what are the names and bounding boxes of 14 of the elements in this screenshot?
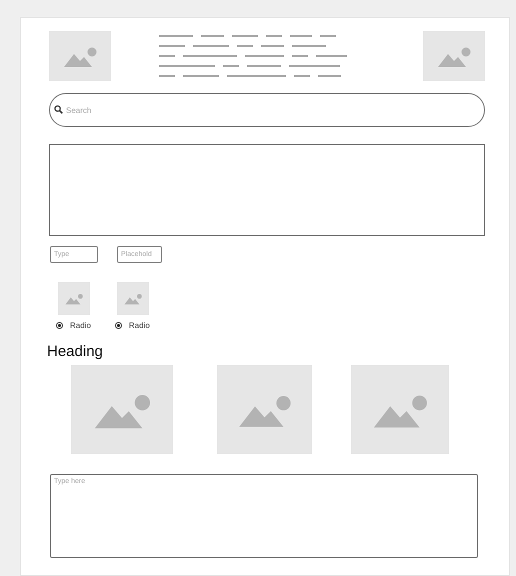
image-placeholder-icon [58, 282, 90, 315]
image-placeholder-icon [49, 31, 111, 81]
image-placeholder-icon [116, 282, 149, 315]
image-placeholder-icon [351, 365, 449, 454]
radio-label: Radio [70, 321, 91, 330]
radio-button[interactable] [114, 322, 122, 329]
image-placeholder-icon [217, 365, 312, 454]
radio-label: Radio [128, 321, 150, 330]
heading: Heading [47, 343, 104, 360]
image-placeholder-icon [71, 365, 173, 454]
image-placeholder-icon [423, 31, 485, 81]
radio-button[interactable] [56, 322, 63, 329]
search-icon [54, 105, 63, 114]
search-field[interactable]: Search [49, 93, 485, 127]
